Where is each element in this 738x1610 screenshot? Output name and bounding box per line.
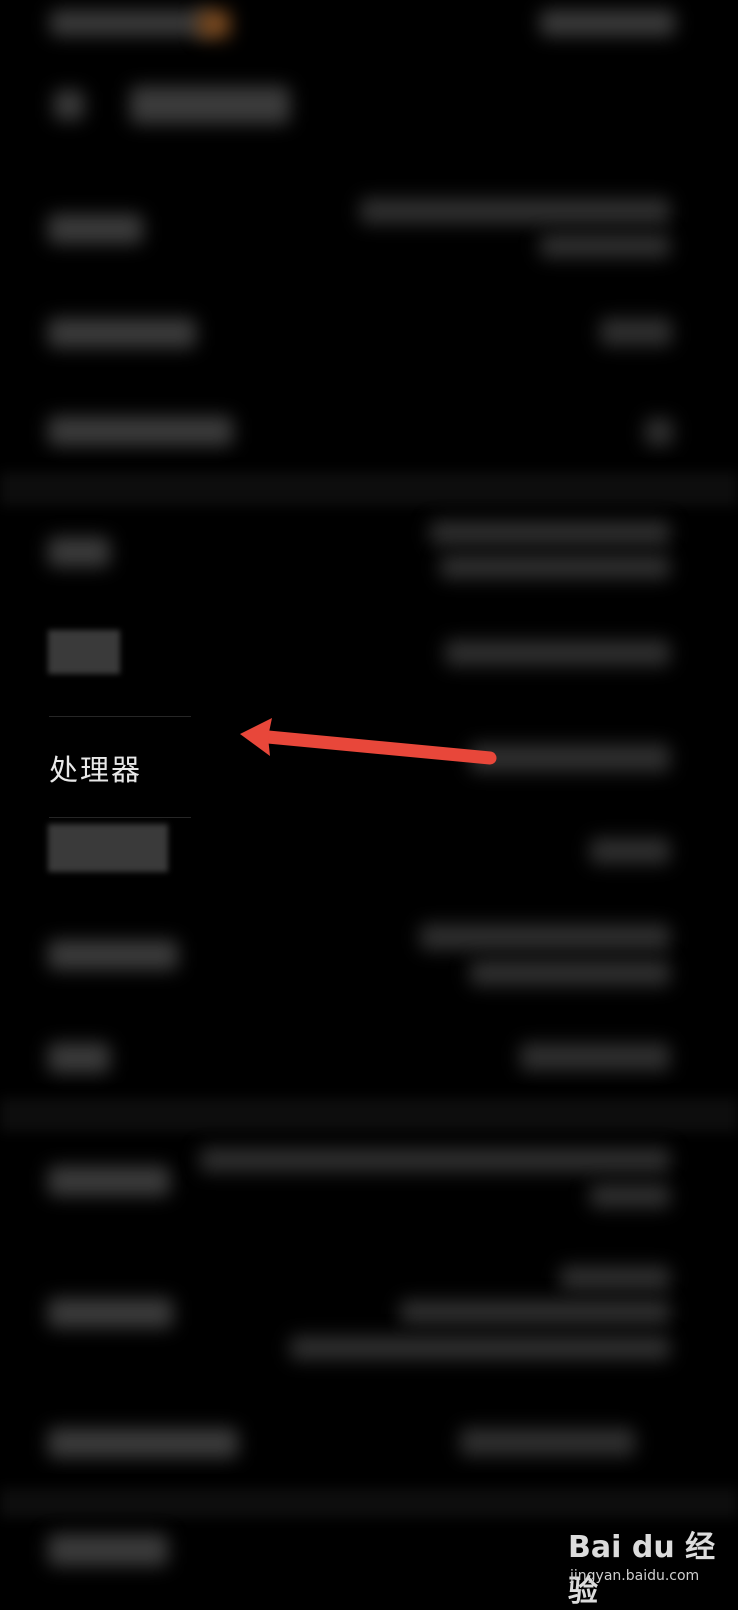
watermark-url: jingyan.baidu.com <box>570 1568 700 1584</box>
watermark-logo: Bai du 经验 <box>568 1530 716 1609</box>
arrow-left-icon <box>240 718 497 765</box>
watermark: Bai du 经验 jingyan.baidu.com <box>560 1518 730 1609</box>
